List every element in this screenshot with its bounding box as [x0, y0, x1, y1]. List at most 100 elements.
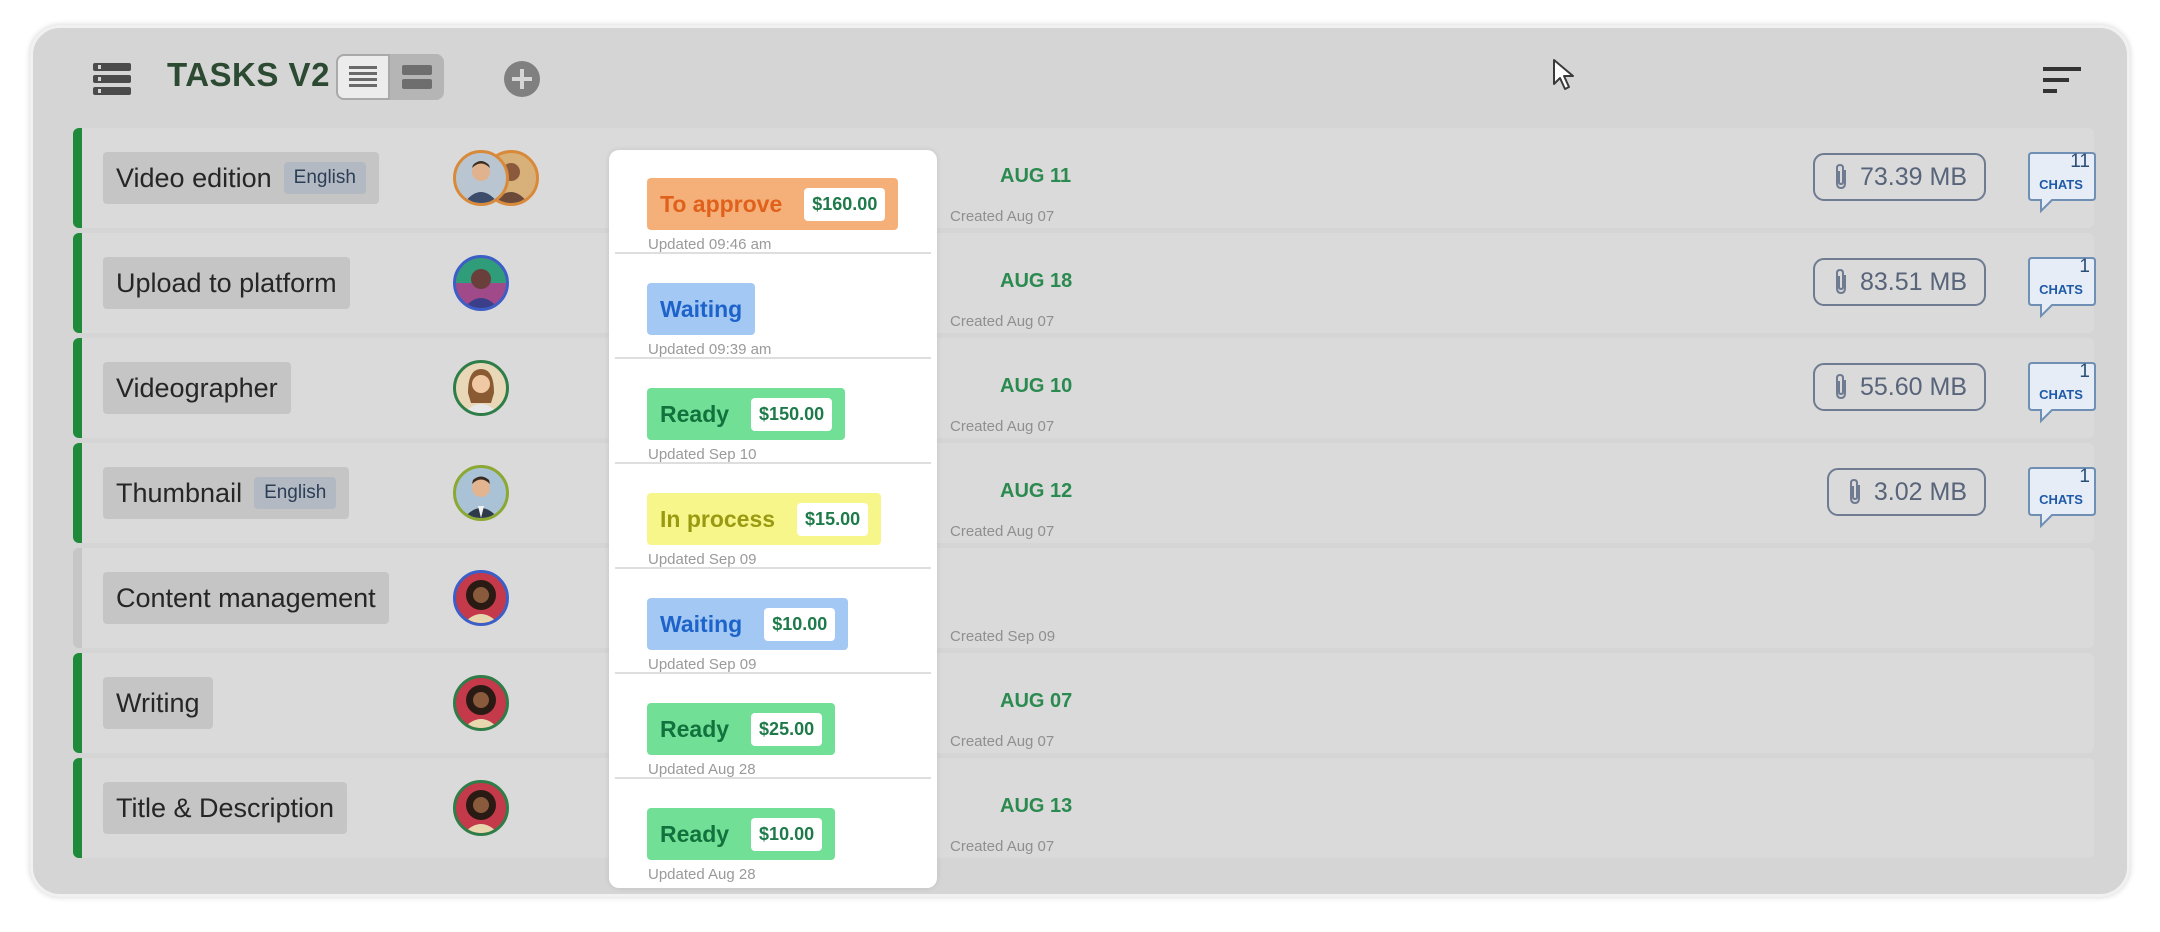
attachments-button[interactable]: 83.51 MB: [1812, 258, 1986, 306]
created-date: Created Aug 07: [950, 733, 1055, 750]
list-view-button[interactable]: [336, 54, 390, 100]
task-name: Upload to platform: [116, 267, 337, 298]
paperclip-icon: [1835, 163, 1846, 190]
task-name: Title & Description: [116, 792, 335, 823]
task-name-chip[interactable]: Title & Description: [103, 782, 348, 834]
status-column: To approve $160.00 Updated 09:46 am Wait…: [609, 150, 937, 888]
status-pill[interactable]: Ready $150.00: [647, 388, 846, 440]
created-date: Created Aug 07: [950, 208, 1055, 225]
status-pill[interactable]: In process $15.00: [647, 493, 882, 545]
avatar: [453, 465, 509, 521]
page-title: TASKS V2: [167, 56, 330, 93]
divider: [615, 357, 931, 359]
avatar: [453, 255, 509, 311]
compact-view-button[interactable]: [390, 54, 444, 100]
divider: [615, 672, 931, 674]
updated-time: Updated Aug 28: [648, 761, 756, 778]
divider: [615, 252, 931, 254]
compact-view-icon: [402, 65, 432, 89]
assignees[interactable]: [453, 255, 543, 311]
paperclip-icon: [1835, 268, 1846, 295]
chats-button[interactable]: 1 CHATS: [2028, 256, 2098, 322]
task-row[interactable]: Content management Created Sep 09: [73, 548, 2094, 648]
status-label: Ready: [660, 820, 730, 847]
task-name-chip[interactable]: Upload to platform: [103, 257, 350, 309]
updated-time: Updated 09:46 am: [648, 236, 772, 253]
plus-circle-icon[interactable]: [503, 60, 541, 98]
due-date: AUG 12: [1000, 480, 1073, 502]
chats-count: 1: [2079, 466, 2090, 487]
status-cell[interactable]: Ready $10.00 Updated Aug 28: [609, 780, 937, 884]
status-pill[interactable]: Ready $25.00: [647, 703, 836, 755]
task-row[interactable]: Thumbnail English AUG 12 Created Aug 07 …: [73, 443, 2096, 543]
task-name: Writing: [116, 687, 200, 718]
status-pill[interactable]: Waiting $10.00: [647, 598, 849, 650]
status-pill[interactable]: Ready $10.00: [647, 808, 836, 860]
status-label: Ready: [660, 715, 730, 742]
task-name-chip[interactable]: Videographer: [103, 362, 291, 414]
created-date: Created Aug 07: [950, 418, 1055, 435]
status-label: In process: [660, 505, 776, 532]
task-name: Thumbnail: [116, 477, 243, 508]
task-row[interactable]: Writing AUG 07 Created Aug 07: [73, 653, 2094, 753]
due-date: AUG 07: [1000, 690, 1073, 712]
price-badge: $10.00: [751, 817, 823, 851]
language-badge: English: [283, 162, 366, 194]
status-label: Waiting: [660, 295, 743, 322]
list-menu-icon[interactable]: [93, 62, 131, 96]
assignees[interactable]: [453, 570, 543, 626]
updated-time: Updated 09:39 am: [648, 341, 772, 358]
chats-button[interactable]: 1 CHATS: [2028, 361, 2098, 427]
attachments-button[interactable]: 55.60 MB: [1812, 363, 1986, 411]
status-label: Waiting: [660, 610, 743, 637]
price-badge: $160.00: [804, 187, 886, 221]
created-date: Created Aug 07: [950, 313, 1055, 330]
updated-time: Updated Sep 10: [648, 446, 757, 463]
status-cell[interactable]: In process $15.00 Updated Sep 09: [609, 465, 937, 569]
price-badge: $150.00: [751, 397, 833, 431]
chats-button[interactable]: 1 CHATS: [2028, 466, 2098, 532]
chats-count: 11: [2070, 151, 2090, 172]
task-row[interactable]: Video edition English AUG 11 Created Aug…: [73, 128, 2096, 228]
chats-button[interactable]: 11 CHATS: [2028, 151, 2098, 217]
attachments-button[interactable]: 73.39 MB: [1812, 153, 1986, 201]
task-row[interactable]: Upload to platform AUG 18 Created Aug 07…: [73, 233, 2096, 333]
assignees[interactable]: [453, 780, 543, 836]
chats-label: CHATS: [2039, 177, 2083, 192]
status-cell[interactable]: Waiting Updated 09:39 am: [609, 255, 937, 359]
list-view-icon: [349, 66, 377, 87]
status-cell[interactable]: To approve $160.00 Updated 09:46 am: [609, 150, 937, 254]
task-name: Video edition: [116, 162, 272, 193]
task-name-chip[interactable]: Thumbnail English: [103, 467, 350, 519]
attachments-size: 55.60 MB: [1859, 372, 1967, 401]
price-badge: $25.00: [751, 712, 823, 746]
created-date: Created Aug 07: [950, 523, 1055, 540]
status-cell[interactable]: Waiting $10.00 Updated Sep 09: [609, 570, 937, 674]
task-name-chip[interactable]: Video edition English: [103, 152, 379, 204]
assignees[interactable]: [453, 150, 543, 206]
due-date: AUG 13: [1000, 795, 1073, 817]
status-cell[interactable]: Ready $25.00 Updated Aug 28: [609, 675, 937, 779]
avatar: [453, 780, 509, 836]
price-badge: $10.00: [764, 607, 836, 641]
task-row[interactable]: Title & Description AUG 13 Created Aug 0…: [73, 758, 2094, 858]
status-pill[interactable]: To approve $160.00: [647, 178, 899, 230]
chats-count: 1: [2079, 256, 2090, 277]
mouse-cursor-icon: [1553, 59, 1574, 90]
price-badge: $15.00: [797, 502, 869, 536]
due-date: AUG 18: [1000, 270, 1073, 292]
task-name-chip[interactable]: Writing: [103, 677, 213, 729]
sort-icon[interactable]: [2043, 64, 2083, 96]
task-name-chip[interactable]: Content management: [103, 572, 389, 624]
status-pill[interactable]: Waiting: [647, 283, 756, 335]
status-cell[interactable]: Ready $150.00 Updated Sep 10: [609, 360, 937, 464]
assignees[interactable]: [453, 360, 543, 416]
task-name: Videographer: [116, 372, 278, 403]
due-date: AUG 10: [1000, 375, 1073, 397]
attachments-button[interactable]: 3.02 MB: [1826, 468, 1986, 516]
assignees[interactable]: [453, 675, 543, 731]
status-label: To approve: [660, 190, 783, 217]
task-row[interactable]: Videographer AUG 10 Created Aug 07 55.60…: [73, 338, 2096, 438]
language-badge: English: [254, 477, 337, 509]
assignees[interactable]: [453, 465, 543, 521]
